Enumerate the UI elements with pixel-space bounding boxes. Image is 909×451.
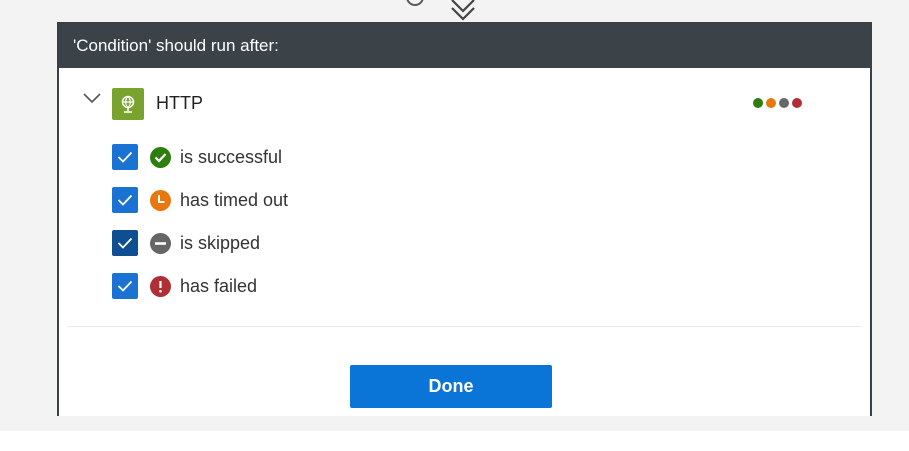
option-label: has timed out	[180, 190, 289, 210]
connector-arrow-icon	[451, 0, 475, 21]
action-name: HTTP	[156, 93, 203, 113]
page-bottom-strip	[0, 431, 909, 451]
panel-title: 'Condition' should run after:	[59, 24, 870, 68]
checkbox-is-successful[interactable]	[112, 144, 138, 170]
option-is-successful: is successful	[112, 144, 512, 172]
checkbox-has-timed-out[interactable]	[112, 187, 138, 213]
status-dot-failed	[792, 98, 802, 108]
option-has-timed-out: has timed out	[112, 187, 512, 215]
done-button[interactable]: Done	[350, 365, 552, 408]
option-has-failed: has failed	[112, 273, 512, 301]
status-dot-timeout	[766, 98, 776, 108]
chevron-down-icon[interactable]	[83, 92, 101, 104]
status-dot-skipped	[779, 98, 789, 108]
clock-icon	[150, 190, 171, 211]
globe-icon	[112, 88, 144, 120]
option-label: is successful	[180, 147, 283, 167]
action-row-http[interactable]: HTTP	[59, 68, 870, 136]
success-check-icon	[150, 147, 171, 168]
status-dots	[753, 98, 805, 116]
status-dot-success	[753, 98, 763, 108]
divider	[67, 326, 862, 327]
option-is-skipped: is skipped	[112, 230, 512, 258]
option-label: is skipped	[180, 233, 261, 253]
connector-add-icon[interactable]	[406, 0, 424, 6]
error-icon	[150, 276, 171, 297]
option-label: has failed	[180, 276, 258, 296]
skipped-icon	[150, 233, 171, 254]
checkbox-has-failed[interactable]	[112, 273, 138, 299]
checkbox-is-skipped[interactable]	[112, 230, 138, 256]
run-after-panel: 'Condition' should run after: HTTP is su…	[57, 22, 872, 416]
